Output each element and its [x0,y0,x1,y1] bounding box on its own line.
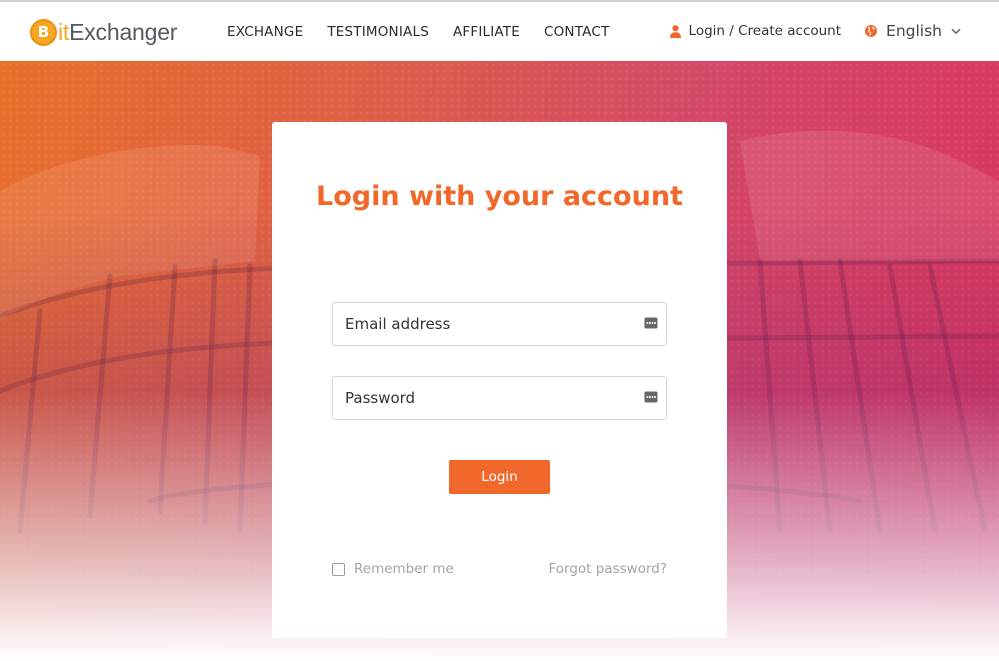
logo-text-main: Exchanger [69,18,178,45]
nav-item-exchange[interactable]: EXCHANGE [227,24,303,40]
nav-item-affiliate[interactable]: AFFILIATE [453,24,520,40]
forgot-password-link[interactable]: Forgot password? [548,561,667,577]
language-label: English [886,22,942,40]
autofill-key-icon[interactable] [644,317,658,329]
nav-item-testimonials[interactable]: TESTIMONIALS [327,24,429,40]
remember-me-checkbox[interactable] [332,562,345,576]
password-field[interactable] [332,376,667,420]
autofill-key-icon[interactable] [644,391,658,403]
chevron-down-icon [951,28,961,34]
brand-logo[interactable]: B itExchanger [30,17,177,47]
remember-me-label: Remember me [354,561,454,577]
email-field[interactable] [332,302,667,346]
language-selector[interactable]: English [865,22,961,40]
nav-item-contact[interactable]: CONTACT [544,24,609,40]
globe-icon [865,25,878,37]
logo-text-prefix: it [58,18,70,45]
login-link-label: Login / Create account [688,23,842,39]
site-header: B itExchanger EXCHANGE TESTIMONIALS AFFI… [0,0,999,61]
remember-me[interactable]: Remember me [332,561,454,577]
user-icon [669,24,681,38]
email-input[interactable] [333,303,666,345]
logo-wordmark: itExchanger [58,19,177,46]
login-create-account-link[interactable]: Login / Create account [669,23,842,39]
bitcoin-coin-icon: B [30,18,57,46]
login-button[interactable]: Login [449,460,550,494]
header-actions: Login / Create account English [669,22,961,40]
password-input[interactable] [333,377,666,419]
main-nav: EXCHANGE TESTIMONIALS AFFILIATE CONTACT [227,24,609,40]
login-card: Login with your account Login Remember m… [272,122,727,638]
login-title: Login with your account [316,181,683,212]
